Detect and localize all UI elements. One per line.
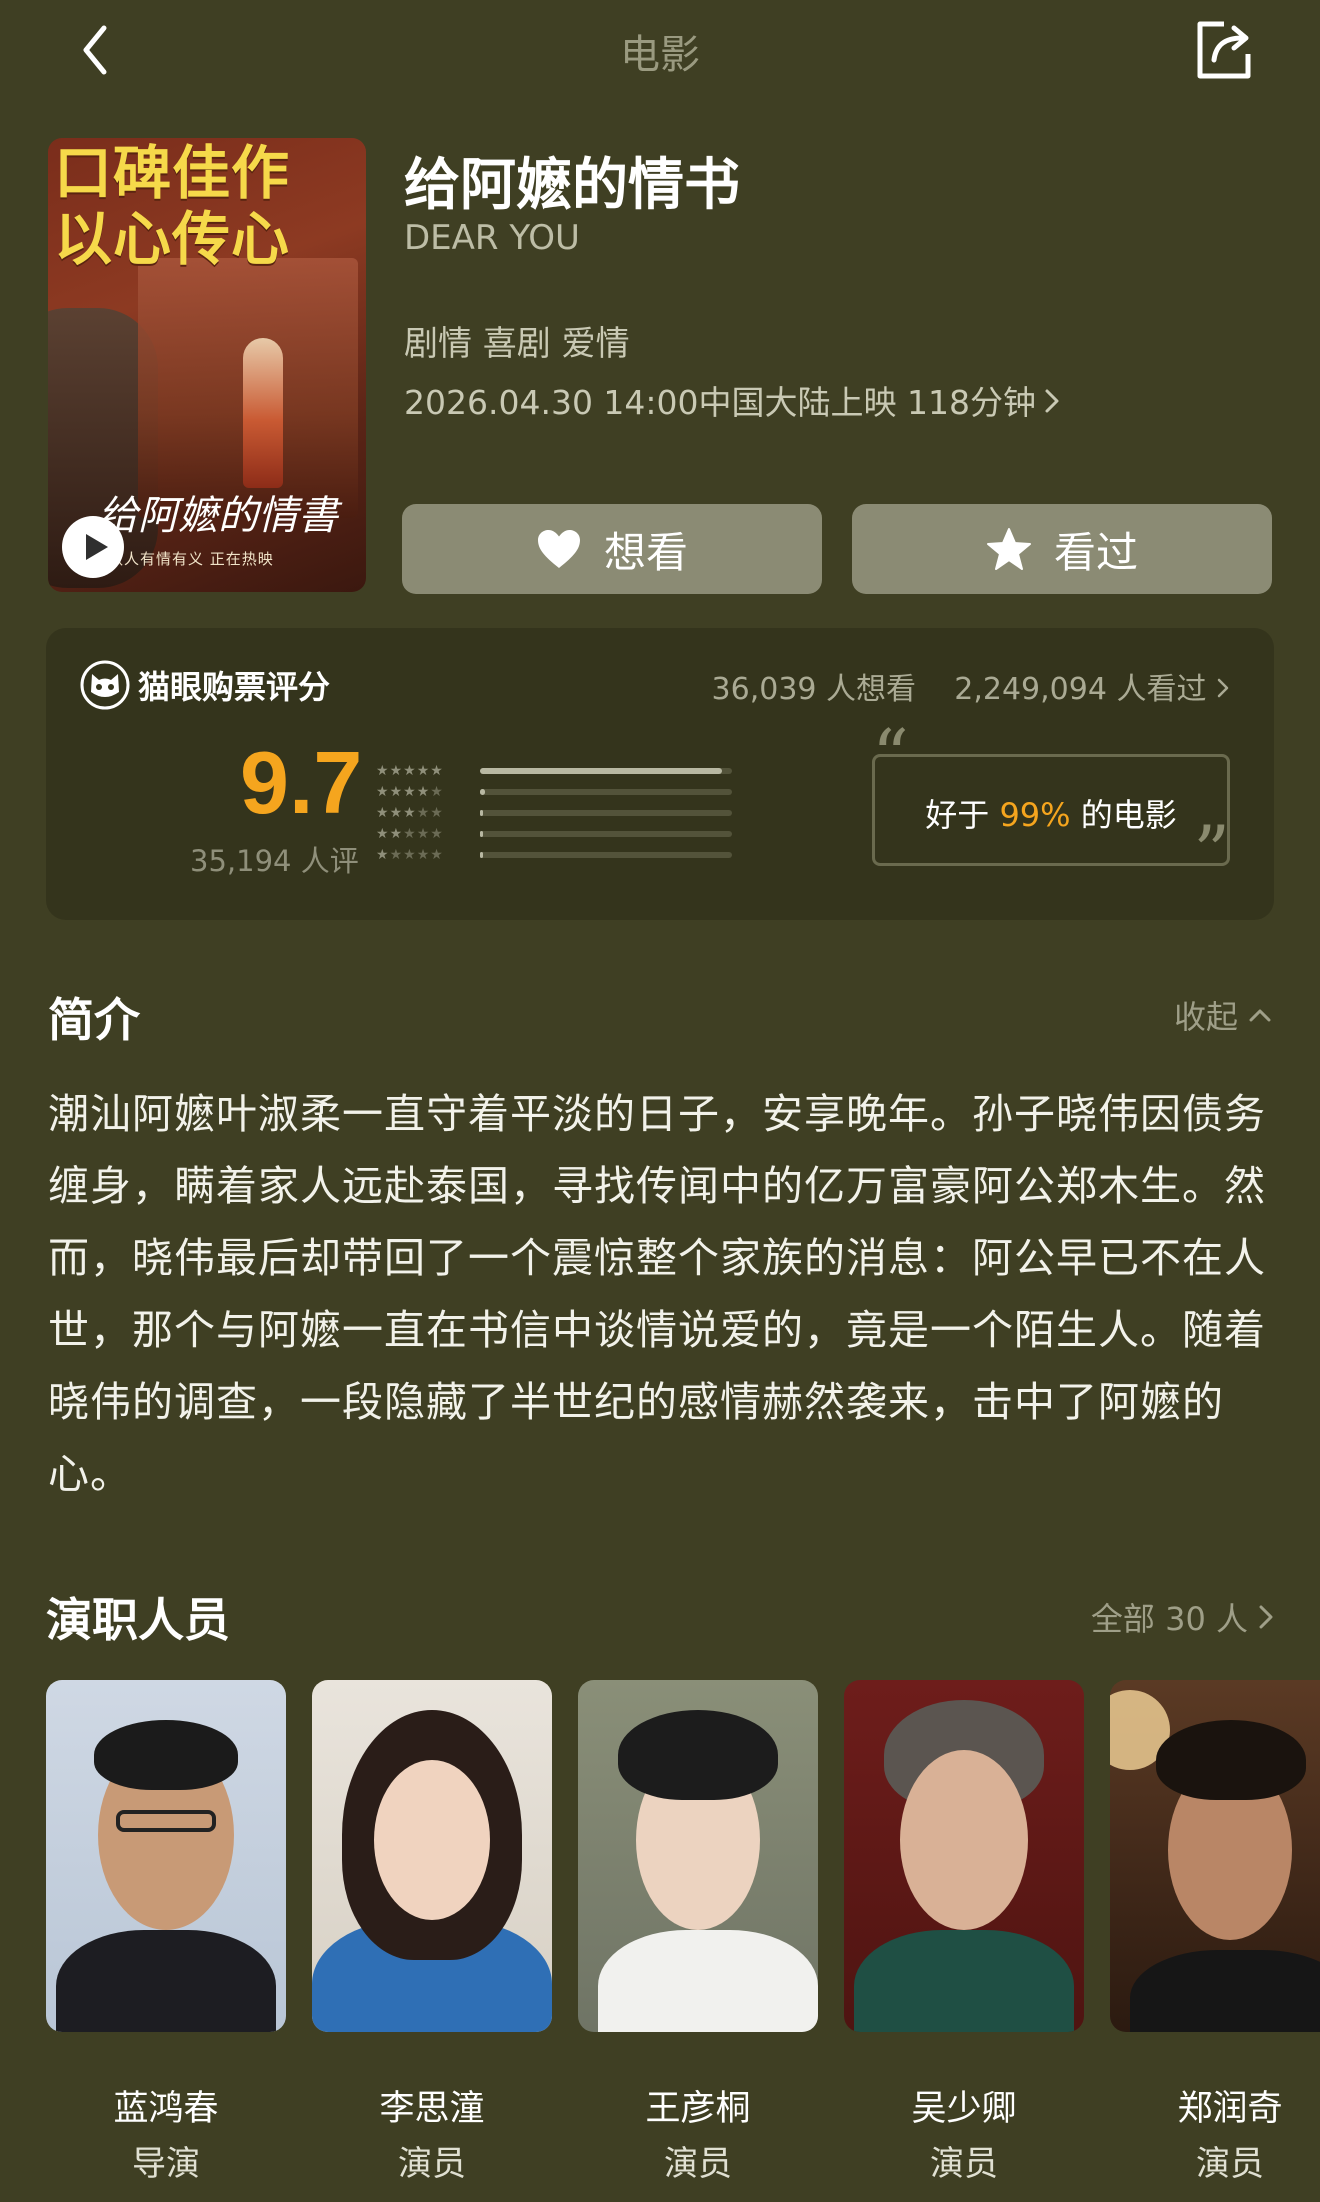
cast-photo (46, 1680, 286, 2032)
cast-role: 演员 (398, 2144, 466, 2184)
cast-card[interactable]: 李思潼 演员 (312, 1680, 552, 2184)
release-info[interactable]: 2026.04.30 14:00中国大陆上映 118分钟 (404, 376, 1060, 424)
intro-heading: 简介 (48, 993, 140, 1047)
cast-name: 王彦桐 (645, 2089, 751, 2129)
cast-list[interactable]: 蓝鸿春 导演 李思潼 演员 王彦桐 演员 吴少卿 演员 郑润奇 演员 (46, 1680, 1320, 2202)
better-than-text: 好于 99% 的电影 (872, 790, 1230, 836)
better-suffix: 的电影 (1070, 796, 1177, 834)
poster-film-title: 给阿嬷的情書 (98, 493, 338, 539)
page-title: 电影 (620, 32, 700, 78)
cast-name: 蓝鸿春 (113, 2089, 219, 2129)
collapse-label: 收起 (1173, 998, 1238, 1036)
cast-card[interactable]: 王彦桐 演员 (578, 1680, 818, 2184)
rating-row-5-stars: ★★★★★ (376, 760, 732, 781)
star-row-icons: ★★★★★ (376, 762, 444, 779)
rating-source-label: 猫眼购票评分 (138, 668, 331, 706)
cast-heading: 演职人员 (46, 1593, 230, 1647)
rating-row-4-stars: ★★★★★ (376, 781, 732, 802)
rating-distribution: ★★★★★ ★★★★★ ★★★★★ ★★★★★ ★★★★★ (376, 760, 732, 865)
rating-row-2-stars: ★★★★★ (376, 823, 732, 844)
seen-count: 2,249,094 人看过 (954, 672, 1207, 707)
rating-row-3-stars: ★★★★★ (376, 802, 732, 823)
cast-photo (1110, 1680, 1320, 2032)
cast-name: 郑润奇 (1177, 2089, 1283, 2129)
star-row-icons: ★★★★★ (376, 825, 444, 842)
audience-counts[interactable]: 36,039 人想看 2,249,094 人看过 (712, 664, 1230, 708)
collapse-button[interactable]: 收起 (1174, 992, 1272, 1038)
rating-bar-fill (480, 851, 483, 858)
cast-role: 导演 (132, 2144, 200, 2184)
watched-label: 看过 (1053, 527, 1138, 577)
rating-card[interactable]: 猫眼购票评分 36,039 人想看 2,249,094 人看过 9.7 35,1… (46, 628, 1274, 920)
share-icon (1197, 21, 1251, 79)
rating-bar-track (480, 809, 732, 816)
intro-text: 潮汕阿嬷叶淑柔一直守着平淡的日子，安享晚年。孙子晓伟因债务缠身，瞒着家人远赴泰国… (48, 1090, 1266, 1498)
rating-count: 35,194 人评 (190, 844, 359, 878)
cast-role: 演员 (664, 2144, 732, 2184)
cast-all-label: 全部 30 人 (1090, 1600, 1248, 1638)
movie-title: 给阿嬷的情书 (404, 153, 740, 218)
chevron-right-icon (1259, 1605, 1273, 1629)
poster-figure (243, 338, 283, 488)
rating-bar-fill (480, 788, 486, 795)
star-icon (986, 528, 1031, 570)
rating-bar-track (480, 767, 732, 774)
want-to-watch-button[interactable]: 想看 (402, 504, 822, 594)
star-row-icons: ★★★★★ (376, 804, 444, 821)
poster-slogan-line: 口碑佳作 (54, 139, 291, 207)
movie-genres: 剧情 喜剧 爱情 (404, 324, 630, 364)
poster-tagline: 做人有情有义 正在热映 (108, 550, 274, 568)
play-trailer-button[interactable] (62, 516, 124, 578)
want-count: 36,039 人想看 (711, 672, 917, 707)
rating-bar-fill (480, 809, 483, 816)
movie-poster[interactable]: 口碑佳作 以心传心 给阿嬷的情書 做人有情有义 正在热映 (48, 138, 366, 592)
cast-role: 演员 (1196, 2144, 1264, 2184)
star-row-icons: ★★★★★ (376, 783, 444, 800)
cast-card[interactable]: 郑润奇 演员 (1110, 1680, 1320, 2184)
want-to-watch-label: 想看 (603, 527, 688, 577)
better-prefix: 好于 (925, 796, 1000, 834)
cast-role: 演员 (930, 2144, 998, 2184)
chevron-right-icon (1045, 389, 1059, 413)
share-button[interactable] (1190, 16, 1256, 84)
better-than-box: “ ” 好于 99% 的电影 (872, 720, 1230, 888)
cast-all-button[interactable]: 全部 30 人 (1091, 1594, 1274, 1640)
poster-slogan-line: 以心传心 (54, 205, 291, 273)
rating-bar-fill (480, 767, 722, 774)
star-row-icons: ★★★★★ (376, 846, 444, 863)
chevron-up-icon (1249, 1009, 1271, 1022)
rating-bar-track (480, 830, 732, 837)
cast-card[interactable]: 吴少卿 演员 (844, 1680, 1084, 2184)
release-text: 2026.04.30 14:00中国大陆上映 118分钟 (404, 383, 1037, 422)
rating-row-1-stars: ★★★★★ (376, 844, 732, 865)
quote-open-icon: “ (872, 714, 909, 798)
cast-photo (578, 1680, 818, 2032)
cast-name: 吴少卿 (911, 2089, 1017, 2129)
movie-english-title: DEAR YOU (404, 218, 580, 258)
cast-card[interactable]: 蓝鸿春 导演 (46, 1680, 286, 2184)
heart-icon (537, 530, 580, 568)
rating-bar-fill (480, 830, 483, 837)
rating-bar-track (480, 788, 732, 795)
rating-bar-track (480, 851, 732, 858)
play-icon (86, 534, 108, 560)
rating-score: 9.7 (240, 733, 363, 832)
chevron-right-icon (1217, 678, 1229, 698)
better-percent: 99% (999, 796, 1071, 834)
poster-slogan: 口碑佳作 以心传心 (54, 140, 364, 272)
cast-name: 李思潼 (379, 2089, 485, 2129)
cast-photo (312, 1680, 552, 2032)
cast-photo (844, 1680, 1084, 2032)
watched-button[interactable]: 看过 (852, 504, 1272, 594)
maoyan-cat-icon (80, 660, 130, 710)
